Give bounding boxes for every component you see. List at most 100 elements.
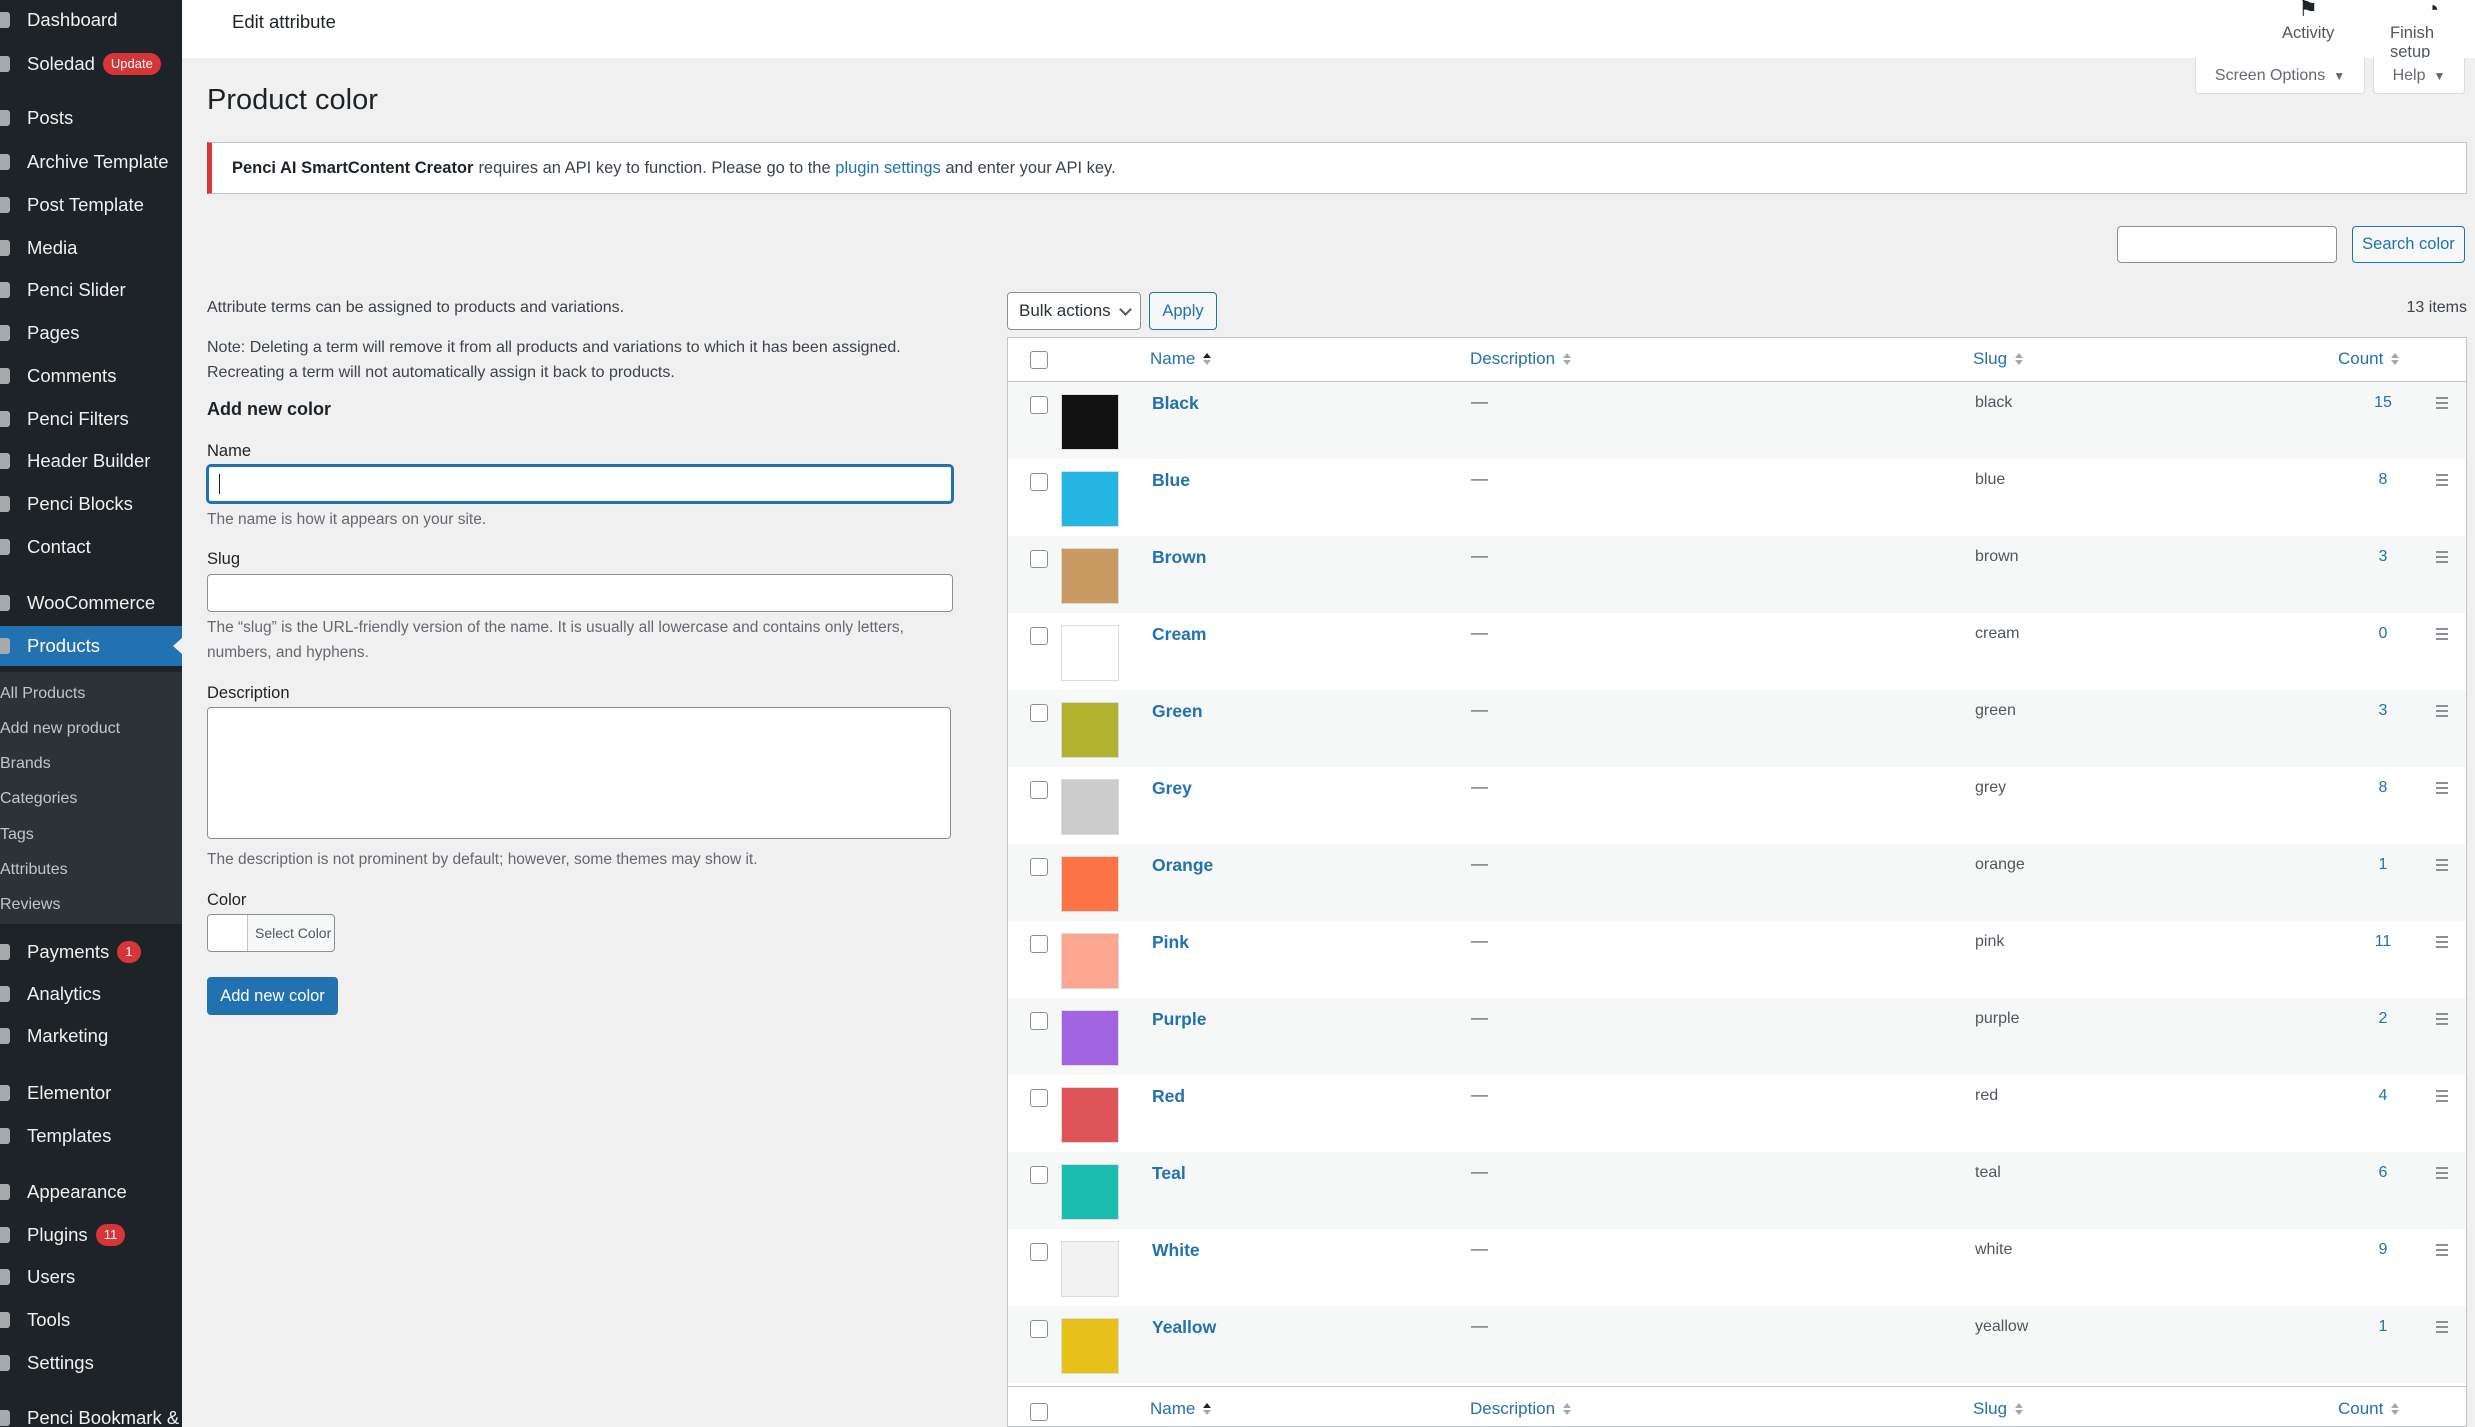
sidebar-item-penci-filters[interactable]: Penci Filters — [0, 399, 182, 439]
sidebar-item-header-builder[interactable]: Header Builder — [0, 441, 182, 481]
term-name-link[interactable]: Grey — [1152, 778, 1192, 799]
row-checkbox[interactable] — [1030, 1089, 1048, 1107]
drag-handle-icon[interactable] — [2436, 1244, 2448, 1259]
description-textarea[interactable] — [207, 707, 951, 839]
sidebar-item-archive-template[interactable]: Archive Template — [0, 142, 182, 182]
row-checkbox[interactable] — [1030, 704, 1048, 722]
footer-slug-header[interactable]: Slug — [1973, 1399, 2024, 1419]
search-input[interactable] — [2117, 226, 2337, 263]
drag-handle-icon[interactable] — [2436, 551, 2448, 566]
sidebar-item-tools[interactable]: Tools — [0, 1300, 182, 1340]
submenu-item-attributes[interactable]: Attributes — [0, 852, 68, 887]
term-name-link[interactable]: White — [1152, 1240, 1200, 1261]
sidebar-item-elementor[interactable]: Elementor — [0, 1073, 182, 1113]
drag-handle-icon[interactable] — [2436, 1167, 2448, 1182]
term-count-link[interactable]: 1 — [2368, 1318, 2398, 1336]
slug-input[interactable] — [207, 574, 953, 612]
term-name-link[interactable]: Red — [1152, 1086, 1185, 1107]
submenu-item-add-new-product[interactable]: Add new product — [0, 711, 120, 746]
activity-button[interactable]: ⚑ Activity — [2282, 0, 2334, 43]
term-count-link[interactable]: 4 — [2368, 1087, 2398, 1105]
term-count-link[interactable]: 15 — [2368, 394, 2398, 412]
drag-handle-icon[interactable] — [2436, 1321, 2448, 1336]
sidebar-item-plugins[interactable]: Plugins 11 — [0, 1215, 182, 1255]
term-count-link[interactable]: 1 — [2368, 856, 2398, 874]
column-description-header[interactable]: Description — [1470, 349, 1572, 369]
sidebar-item-marketing[interactable]: Marketing — [0, 1016, 182, 1056]
column-name-header[interactable]: Name — [1150, 349, 1212, 369]
submenu-item-tags[interactable]: Tags — [0, 817, 34, 852]
help-button[interactable]: Help ▼ — [2373, 58, 2465, 94]
term-count-link[interactable]: 11 — [2368, 933, 2398, 951]
footer-description-header[interactable]: Description — [1470, 1399, 1572, 1419]
sidebar-item-contact[interactable]: Contact — [0, 527, 182, 567]
drag-handle-icon[interactable] — [2436, 936, 2448, 951]
sidebar-item-soledad[interactable]: Soledad Update — [0, 44, 182, 84]
row-checkbox[interactable] — [1030, 473, 1048, 491]
select-color-button[interactable]: Select Color — [207, 914, 335, 952]
term-name-link[interactable]: Teal — [1152, 1163, 1186, 1184]
sidebar-item-penci-slider[interactable]: Penci Slider — [0, 270, 182, 310]
drag-handle-icon[interactable] — [2436, 397, 2448, 412]
search-button[interactable]: Search color — [2352, 226, 2465, 263]
term-count-link[interactable]: 3 — [2368, 702, 2398, 720]
submenu-item-brands[interactable]: Brands — [0, 746, 51, 781]
term-count-link[interactable]: 0 — [2368, 625, 2398, 643]
drag-handle-icon[interactable] — [2436, 705, 2448, 720]
row-checkbox[interactable] — [1030, 935, 1048, 953]
column-count-header[interactable]: Count — [2338, 349, 2400, 369]
row-checkbox[interactable] — [1030, 858, 1048, 876]
name-input[interactable] — [207, 465, 953, 503]
row-checkbox[interactable] — [1030, 396, 1048, 414]
sidebar-item-penci-blocks[interactable]: Penci Blocks — [0, 484, 182, 524]
bulk-actions-select[interactable]: Bulk actions — [1007, 292, 1141, 330]
term-name-link[interactable]: Orange — [1152, 855, 1213, 876]
row-checkbox[interactable] — [1030, 781, 1048, 799]
select-all-checkbox-footer[interactable] — [1030, 1403, 1048, 1421]
term-count-link[interactable]: 8 — [2368, 779, 2398, 797]
term-name-link[interactable]: Blue — [1152, 470, 1190, 491]
term-count-link[interactable]: 9 — [2368, 1241, 2398, 1259]
drag-handle-icon[interactable] — [2436, 1013, 2448, 1028]
term-name-link[interactable]: Cream — [1152, 624, 1206, 645]
sidebar-item-templates[interactable]: Templates — [0, 1116, 182, 1156]
submenu-item-all-products[interactable]: All Products — [0, 676, 85, 711]
drag-handle-icon[interactable] — [2436, 474, 2448, 489]
sidebar-item-pages[interactable]: Pages — [0, 313, 182, 353]
plugin-settings-link[interactable]: plugin settings — [835, 159, 941, 178]
row-checkbox[interactable] — [1030, 1012, 1048, 1030]
term-count-link[interactable]: 2 — [2368, 1010, 2398, 1028]
row-checkbox[interactable] — [1030, 1166, 1048, 1184]
sidebar-item-woocommerce[interactable]: WooCommerce — [0, 583, 182, 623]
term-name-link[interactable]: Green — [1152, 701, 1203, 722]
sidebar-item-appearance[interactable]: Appearance — [0, 1172, 182, 1212]
term-count-link[interactable]: 3 — [2368, 548, 2398, 566]
add-new-color-button[interactable]: Add new color — [207, 977, 338, 1015]
sidebar-item-posts[interactable]: Posts — [0, 98, 182, 138]
drag-handle-icon[interactable] — [2436, 782, 2448, 797]
drag-handle-icon[interactable] — [2436, 628, 2448, 643]
term-count-link[interactable]: 6 — [2368, 1164, 2398, 1182]
row-checkbox[interactable] — [1030, 627, 1048, 645]
footer-name-header[interactable]: Name — [1150, 1399, 1212, 1419]
sidebar-item-products[interactable]: Products — [0, 626, 182, 666]
term-name-link[interactable]: Purple — [1152, 1009, 1206, 1030]
sidebar-item-settings[interactable]: Settings — [0, 1343, 182, 1383]
sidebar-item-penci-bookmark[interactable]: Penci Bookmark & — [0, 1398, 182, 1427]
screen-options-button[interactable]: Screen Options ▼ — [2195, 58, 2365, 94]
sidebar-item-post-template[interactable]: Post Template — [0, 185, 182, 225]
sidebar-item-payments[interactable]: Payments 1 — [0, 932, 182, 972]
sidebar-item-analytics[interactable]: Analytics — [0, 974, 182, 1014]
term-name-link[interactable]: Pink — [1152, 932, 1189, 953]
sidebar-item-comments[interactable]: Comments — [0, 356, 182, 396]
column-slug-header[interactable]: Slug — [1973, 349, 2024, 369]
sidebar-item-media[interactable]: Media — [0, 228, 182, 268]
term-name-link[interactable]: Brown — [1152, 547, 1206, 568]
drag-handle-icon[interactable] — [2436, 859, 2448, 874]
submenu-item-categories[interactable]: Categories — [0, 781, 77, 816]
row-checkbox[interactable] — [1030, 1320, 1048, 1338]
select-all-checkbox[interactable] — [1030, 351, 1048, 369]
apply-button[interactable]: Apply — [1149, 292, 1217, 330]
drag-handle-icon[interactable] — [2436, 1090, 2448, 1105]
term-name-link[interactable]: Yeallow — [1152, 1317, 1216, 1338]
